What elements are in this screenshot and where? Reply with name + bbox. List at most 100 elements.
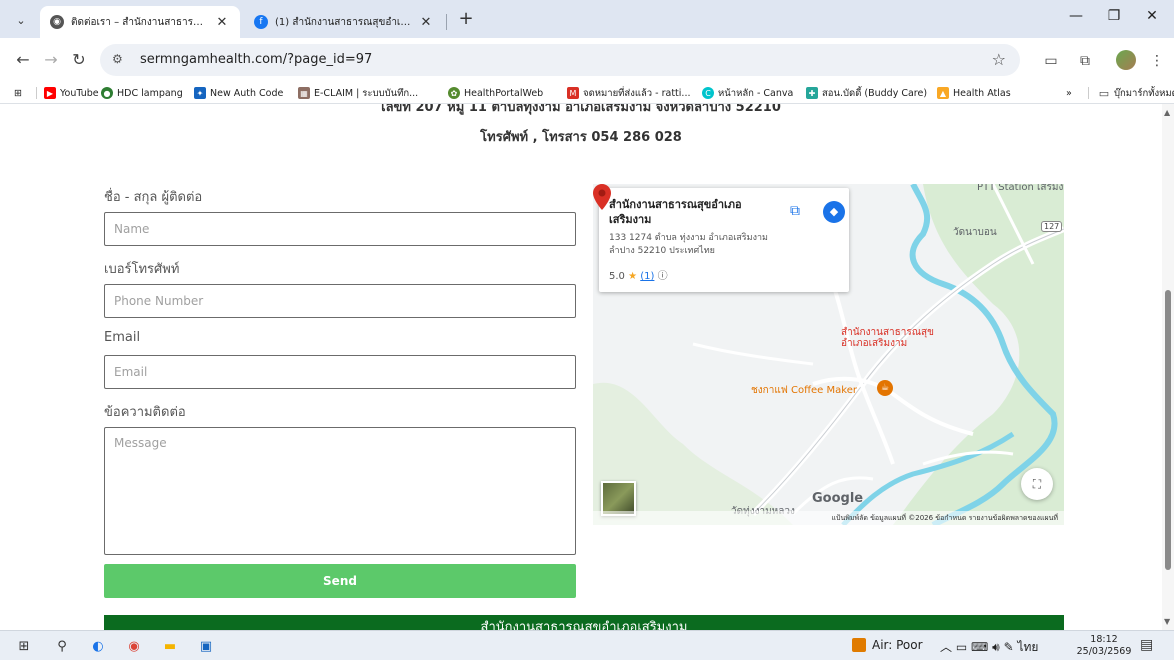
- map-label-ptt: PTT Station เสริมงาม (น้ำมั: [977, 184, 1064, 193]
- google-map[interactable]: สำนักงานสาธารณสุขอำเภอเสริมงาม 133 1274 …: [593, 184, 1064, 525]
- map-label-wat-nabon: วัดนาบอน: [953, 227, 997, 238]
- bookmark-buddy-care[interactable]: ✚ สอน.บัดดี้ (Buddy Care): [806, 85, 927, 101]
- youtube-icon: ▶: [44, 87, 56, 99]
- profile-avatar[interactable]: [1116, 50, 1136, 70]
- phone-input[interactable]: [104, 284, 576, 318]
- tab-search-chevron-icon[interactable]: ⌄: [10, 9, 32, 31]
- name-input[interactable]: [104, 212, 576, 246]
- window-close-icon[interactable]: ✕: [1132, 8, 1172, 30]
- url-text: sermngamhealth.com/?page_id=97: [140, 52, 373, 67]
- folder-icon: ▭: [1098, 86, 1110, 100]
- tab-facebook[interactable]: f (1) สำนักงานสาธารณสุขอำเภอเสริมง ✕: [244, 6, 444, 38]
- bookmarks-overflow-button[interactable]: »: [1066, 85, 1072, 101]
- tray-chevron-icon[interactable]: ︿: [940, 640, 952, 654]
- address-bar[interactable]: ⚙ sermngamhealth.com/?page_id=97 ☆: [100, 44, 1020, 76]
- scrollbar-thumb[interactable]: [1165, 290, 1171, 570]
- bookmark-hdc[interactable]: ● HDC lampang: [101, 85, 183, 101]
- restore-icon[interactable]: ❐: [1094, 8, 1134, 30]
- bookmark-healthportal[interactable]: ✿ HealthPortalWeb: [448, 85, 543, 101]
- rating-count-link[interactable]: (1): [640, 271, 654, 282]
- network-icon[interactable]: ▭: [956, 640, 967, 654]
- hdc-icon: ●: [101, 87, 113, 99]
- place-rating: 5.0 ★ (1) ⓘ: [609, 267, 668, 282]
- all-bookmarks-button[interactable]: ▭ บุ๊กมาร์กทั้งหมด: [1098, 85, 1174, 101]
- message-label: ข้อความติดต่อ: [104, 405, 186, 420]
- coffee-cup-icon[interactable]: ☕: [877, 380, 893, 396]
- clock[interactable]: 18:12 25/03/2569: [1076, 634, 1132, 658]
- chrome-icon[interactable]: ◉: [124, 636, 144, 656]
- site-favicon-icon: ◉: [50, 15, 64, 29]
- bookmark-youtube[interactable]: ▶ YouTube: [44, 85, 99, 101]
- office-address: เลขที่ 207 หมู่ 11 ตำบลทุ่งงาม อำเภอเสริ…: [381, 104, 781, 115]
- reload-icon[interactable]: ↻: [68, 49, 90, 71]
- system-tray[interactable]: ︿ ▭ ⌨ 🔊︎ ✎ ไทย: [940, 638, 1038, 657]
- fullscreen-icon[interactable]: ⛶: [1021, 468, 1053, 500]
- notification-icon[interactable]: ▤: [1140, 637, 1153, 653]
- scroll-up-icon[interactable]: ▲: [1164, 108, 1170, 117]
- bookmark-eclaim[interactable]: ▦ E-CLAIM | ระบบบันทึก...: [298, 85, 418, 101]
- tab-strip: ⌄ ◉ ติดต่อเรา – สำนักงานสาธารณสุขอำเ ✕ f…: [0, 0, 1174, 38]
- clock-date: 25/03/2569: [1076, 646, 1132, 657]
- new-tab-button[interactable]: +: [454, 9, 478, 31]
- bookmark-health-atlas[interactable]: ▲ Health Atlas: [937, 85, 1011, 101]
- directions-icon[interactable]: ◆: [823, 201, 845, 223]
- tab-contact[interactable]: ◉ ติดต่อเรา – สำนักงานสาธารณสุขอำเ ✕: [40, 6, 240, 38]
- minimize-icon[interactable]: —: [1056, 8, 1096, 30]
- send-button[interactable]: Send: [104, 564, 576, 598]
- tab-close-icon[interactable]: ✕: [418, 15, 434, 30]
- place-title: สำนักงานสาธารณสุขอำเภอเสริมงาม: [609, 198, 742, 226]
- bookmark-label: สอน.บัดดี้ (Buddy Care): [822, 87, 928, 99]
- search-icon[interactable]: ⚲: [52, 636, 72, 656]
- message-textarea[interactable]: [104, 427, 576, 555]
- phone-label: เบอร์โทรศัพท์: [104, 262, 180, 277]
- bookmark-new-auth[interactable]: ✦ New Auth Code: [194, 85, 283, 101]
- pen-icon[interactable]: ✎: [1004, 640, 1014, 654]
- bookmark-gmail[interactable]: M จดหมายที่ส่งแล้ว - ratti...: [567, 85, 690, 101]
- page-scrollbar[interactable]: ▲ ▼: [1162, 104, 1174, 630]
- eclaim-icon: ▦: [298, 87, 310, 99]
- bookmark-label: YouTube: [60, 87, 99, 99]
- windows-taskbar: ⊞ ⚲ ◐ ◉ ▬ ▣ Air: Poor ︿ ▭ ⌨ 🔊︎ ✎ ไทย 18:…: [0, 630, 1174, 660]
- gmail-icon: M: [567, 87, 579, 99]
- air-quality-text: Air: Poor: [872, 638, 923, 652]
- touch-keyboard-icon[interactable]: ⌨: [971, 640, 988, 654]
- app-window-icon[interactable]: ▣: [196, 636, 216, 656]
- site-footer: สำนักงานสาธารณสุขอำเภอเสริมงาม: [104, 615, 1064, 630]
- extensions-icon[interactable]: ⧉: [1074, 50, 1096, 72]
- air-quality-widget[interactable]: Air: Poor: [852, 638, 923, 652]
- bookmark-label: New Auth Code: [210, 87, 284, 99]
- bookmark-label: หน้าหลัก - Canva: [718, 87, 794, 99]
- bookmarks-bar: ⊞ ▶ YouTube ● HDC lampang ✦ New Auth Code ▦…: [0, 82, 1174, 104]
- bookmark-star-icon[interactable]: ☆: [992, 50, 1006, 69]
- map-pin-icon[interactable]: [593, 184, 611, 210]
- info-icon[interactable]: ⓘ: [658, 271, 668, 282]
- email-input[interactable]: [104, 355, 576, 389]
- bookmark-separator: [1088, 87, 1089, 99]
- ime-indicator[interactable]: ไทย: [1017, 640, 1038, 654]
- forward-icon[interactable]: →: [40, 49, 62, 71]
- name-label: ชื่อ - สกุล ผู้ติดต่อ: [104, 190, 203, 205]
- menu-kebab-icon[interactable]: ⋮: [1146, 50, 1168, 72]
- edge-icon[interactable]: ◐: [88, 636, 108, 656]
- apps-grid-icon[interactable]: ⊞: [14, 85, 22, 101]
- rating-value: 5.0: [609, 271, 625, 282]
- map-label-coffee: ชงกาแฟ Coffee Maker: [751, 385, 857, 396]
- tab-close-icon[interactable]: ✕: [214, 15, 230, 30]
- star-icon: ★: [628, 271, 638, 282]
- tab-separator: [446, 14, 447, 30]
- scroll-down-icon[interactable]: ▼: [1164, 617, 1170, 626]
- windows-start-icon[interactable]: ⊞: [14, 636, 34, 656]
- volume-icon[interactable]: 🔊︎: [992, 640, 1000, 654]
- bookmark-label: E-CLAIM | ระบบบันทึก...: [314, 87, 419, 99]
- site-info-icon[interactable]: ⚙: [112, 52, 123, 66]
- office-phone: โทรศัพท์ , โทรสาร 054 286 028: [480, 130, 682, 145]
- file-explorer-icon[interactable]: ▬: [160, 636, 180, 656]
- clock-time: 18:12: [1090, 634, 1118, 645]
- bookmark-canva[interactable]: C หน้าหลัก - Canva: [702, 85, 793, 101]
- map-attribution[interactable]: แป้นพิมพ์ลัด ข้อมูลแผนที่ ©2026 ข้อกำหนด…: [593, 511, 1064, 525]
- bookmark-label: HDC lampang: [117, 87, 183, 99]
- open-in-maps-icon[interactable]: ⧉: [785, 201, 805, 221]
- save-to-pocket-icon[interactable]: ▭: [1040, 50, 1062, 72]
- back-icon[interactable]: ←: [12, 49, 34, 71]
- tab-title: (1) สำนักงานสาธารณสุขอำเภอเสริมง: [275, 16, 414, 28]
